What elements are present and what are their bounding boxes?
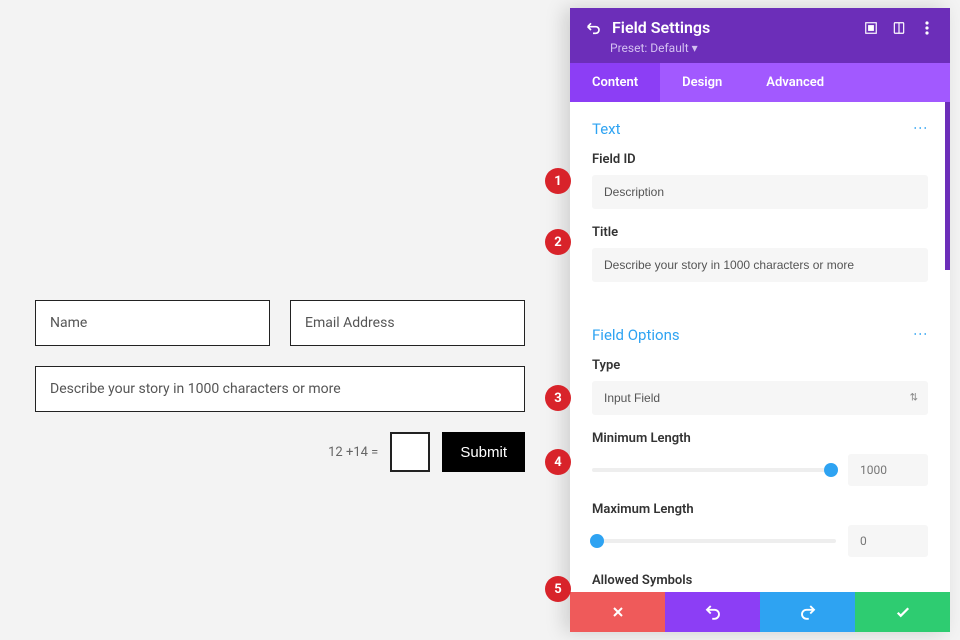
panel-body: Text ⋮ Field ID Title Field Options ⋮ Ty… [570, 102, 950, 592]
title-label: Title [592, 225, 928, 240]
name-field[interactable]: Name [35, 300, 270, 346]
tab-content[interactable]: Content [570, 63, 660, 102]
tab-design[interactable]: Design [660, 63, 744, 102]
field-id-input[interactable] [592, 175, 928, 209]
title-input[interactable] [592, 248, 928, 282]
max-length-label: Maximum Length [592, 502, 928, 517]
responsive-icon[interactable] [890, 21, 908, 35]
confirm-button[interactable] [855, 592, 950, 632]
redo-button[interactable] [760, 592, 855, 632]
kebab-icon[interactable] [918, 21, 936, 35]
expand-icon[interactable] [862, 21, 880, 35]
text-section-heading[interactable]: Text [592, 120, 760, 138]
kebab-icon[interactable]: ⋮ [760, 327, 928, 343]
email-field[interactable]: Email Address [290, 300, 525, 346]
callout-2: 2 [545, 229, 571, 255]
callout-4: 4 [545, 449, 571, 475]
scrollbar[interactable] [945, 102, 950, 270]
back-icon[interactable] [584, 20, 602, 36]
preset-selector[interactable]: Preset: Default ▾ [610, 41, 936, 55]
type-select[interactable] [592, 381, 928, 415]
undo-button[interactable] [665, 592, 760, 632]
min-length-value[interactable]: 1000 [848, 454, 928, 486]
max-length-value[interactable]: 0 [848, 525, 928, 557]
callout-1: 1 [545, 168, 571, 194]
captcha-input[interactable] [390, 432, 430, 472]
options-section-heading[interactable]: Field Options [592, 326, 760, 344]
field-id-label: Field ID [592, 152, 928, 167]
min-length-label: Minimum Length [592, 431, 928, 446]
tab-advanced[interactable]: Advanced [744, 63, 846, 102]
form-preview: Name Email Address Describe your story i… [0, 0, 560, 640]
panel-footer [570, 592, 950, 632]
story-field[interactable]: Describe your story in 1000 characters o… [35, 366, 525, 412]
tab-bar: Content Design Advanced [570, 63, 950, 102]
callout-5: 5 [545, 576, 571, 602]
panel-title: Field Settings [612, 18, 852, 37]
type-label: Type [592, 358, 928, 373]
submit-button[interactable]: Submit [442, 432, 525, 472]
settings-panel: Field Settings Preset: Default ▾ Content… [570, 8, 950, 632]
allowed-symbols-label: Allowed Symbols [592, 573, 928, 588]
max-length-slider[interactable] [592, 539, 836, 543]
kebab-icon[interactable]: ⋮ [760, 121, 928, 137]
captcha-label: 12 +14 = [328, 445, 378, 460]
cancel-button[interactable] [570, 592, 665, 632]
callout-3: 3 [545, 385, 571, 411]
min-length-slider[interactable] [592, 468, 836, 472]
